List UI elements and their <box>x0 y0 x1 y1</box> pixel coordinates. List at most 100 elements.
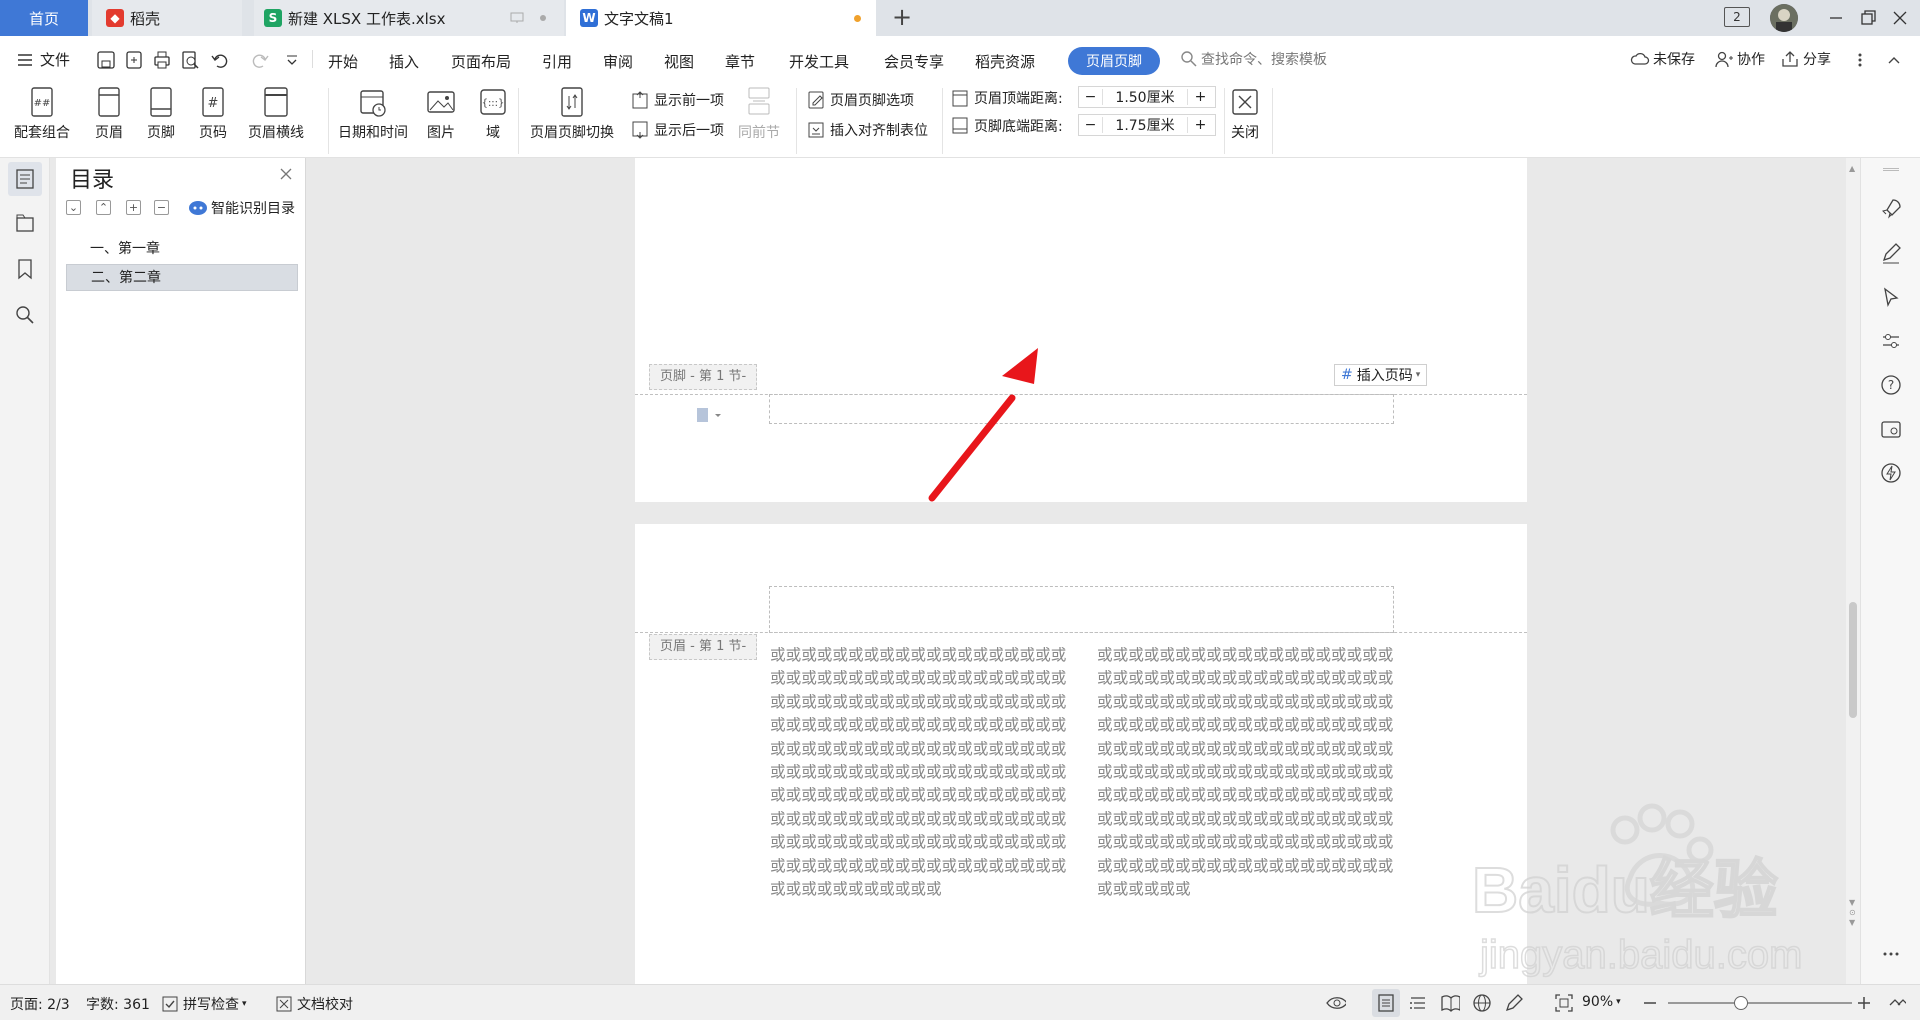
menu-header-footer[interactable]: 页眉页脚 <box>1068 47 1160 75</box>
print-icon[interactable] <box>152 50 172 70</box>
menu-member[interactable]: 会员专享 <box>884 51 944 72</box>
collaborate-button[interactable]: 协作 <box>1714 49 1765 69</box>
field-button[interactable]: {:::} 域 <box>478 86 508 142</box>
close-window-icon[interactable] <box>1888 6 1912 30</box>
close-icon[interactable] <box>278 166 294 182</box>
menu-view[interactable]: 视图 <box>664 51 694 72</box>
scrollbar-thumb[interactable] <box>1849 602 1857 718</box>
footer-bottom-value[interactable]: 1.75厘米 <box>1103 115 1187 135</box>
redo-icon[interactable] <box>250 50 270 70</box>
tab-xlsx[interactable]: S 新建 XLSX 工作表.xlsx <box>254 0 564 36</box>
find-icon[interactable] <box>14 304 36 326</box>
chapter-icon[interactable] <box>14 212 36 234</box>
menu-page-layout[interactable]: 页面布局 <box>451 51 511 72</box>
unsaved-status-button[interactable]: 未保存 <box>1630 49 1695 69</box>
menu-daoke-resources[interactable]: 稻壳资源 <box>975 51 1035 72</box>
window-count-button[interactable]: 2 <box>1724 7 1750 27</box>
toc-icon[interactable] <box>14 168 36 190</box>
menu-references[interactable]: 引用 <box>542 51 572 72</box>
header-top-value[interactable]: 1.50厘米 <box>1103 87 1187 107</box>
increment-button[interactable]: + <box>1187 89 1213 105</box>
footer-bottom-spinner[interactable]: − 1.75厘米 + <box>1078 114 1216 136</box>
annotate-pen-icon[interactable] <box>1504 993 1524 1013</box>
restore-icon[interactable] <box>1856 6 1880 30</box>
outline-view-icon[interactable] <box>1408 993 1428 1013</box>
footer-button[interactable]: 页脚 <box>146 86 176 142</box>
pen-icon[interactable] <box>1880 242 1902 264</box>
expand-down-button[interactable]: ⌄ <box>66 200 81 215</box>
monitor-icon[interactable] <box>510 12 524 24</box>
smart-toc-button[interactable]: 智能识别目录 <box>188 198 295 218</box>
expand-statusbar-icon[interactable] <box>1886 993 1906 1013</box>
vertical-scrollbar[interactable]: ▲ ▼ ⊙ ▼ <box>1846 158 1860 984</box>
collapse-up-button[interactable]: ⌃ <box>96 200 111 215</box>
menu-developer[interactable]: 开发工具 <box>789 51 849 72</box>
fit-page-icon[interactable] <box>1554 993 1574 1013</box>
file-menu[interactable]: 文件 <box>16 49 70 70</box>
toc-item-selected[interactable]: 二、第二章 <box>66 264 298 291</box>
avatar[interactable] <box>1770 4 1798 32</box>
insert-page-number-button[interactable]: # 插入页码 ▾ <box>1334 364 1428 386</box>
same-as-previous-button[interactable]: 同前节 <box>738 86 780 142</box>
undo-icon[interactable] <box>210 50 230 70</box>
zoom-in-icon[interactable] <box>1854 993 1874 1013</box>
menu-review[interactable]: 审阅 <box>603 51 633 72</box>
print-preview-icon[interactable] <box>180 50 200 70</box>
picture-button[interactable]: 图片 <box>426 86 456 142</box>
text-column-1[interactable]: 或或或或或或或或或或或或或或或或或或或或或或或或或或或或或或或或或或或或或或或或… <box>770 644 1072 901</box>
scroll-page-arrows-icon[interactable]: ▼ ⊙ ▼ <box>1849 898 1857 928</box>
header-footer-switch-button[interactable]: 页眉页脚切换 <box>530 86 614 142</box>
show-previous-button[interactable]: 显示前一项 <box>630 90 724 110</box>
more-tools-icon[interactable] <box>1880 948 1902 970</box>
close-header-footer-button[interactable]: 关闭 <box>1230 86 1260 142</box>
scroll-up-icon[interactable]: ▲ <box>1849 164 1857 173</box>
insert-align-tab-button[interactable]: 插入对齐制表位 <box>806 120 928 140</box>
help-icon[interactable]: ? <box>1880 374 1902 396</box>
sliders-icon[interactable] <box>1880 330 1902 352</box>
increment-button[interactable]: + <box>1187 117 1213 133</box>
spellcheck-button[interactable]: 拼写检查 ▾ <box>162 994 247 1014</box>
page-number-button[interactable]: # 页码 <box>198 86 228 142</box>
header-top-spinner[interactable]: − 1.50厘米 + <box>1078 86 1216 108</box>
collapse-ribbon-icon[interactable] <box>1884 50 1904 70</box>
page-view-icon[interactable] <box>1376 993 1396 1013</box>
zoom-slider-track[interactable] <box>1668 1002 1852 1004</box>
proofread-button[interactable]: 文档校对 <box>276 994 353 1014</box>
cursor-icon[interactable] <box>1880 286 1902 308</box>
text-column-2[interactable]: 或或或或或或或或或或或或或或或或或或或或或或或或或或或或或或或或或或或或或或或或… <box>1097 644 1399 901</box>
combo-button[interactable]: ## 配套组合 <box>14 86 70 142</box>
more-menu-icon[interactable] <box>1854 50 1874 70</box>
export-pdf-icon[interactable] <box>124 50 144 70</box>
tab-close-dot[interactable] <box>540 15 546 21</box>
tab-daoke[interactable]: ◆ 稻壳 <box>92 0 242 36</box>
menu-insert[interactable]: 插入 <box>389 51 419 72</box>
eye-icon[interactable] <box>1326 993 1346 1013</box>
tab-document[interactable]: W 文字文稿1 <box>566 0 876 36</box>
zoom-out-icon[interactable] <box>1640 993 1660 1013</box>
bookmark-icon[interactable] <box>14 258 36 280</box>
save-icon[interactable] <box>96 50 116 70</box>
menu-start[interactable]: 开始 <box>328 51 358 72</box>
footer-options-icon[interactable] <box>695 406 725 424</box>
show-next-button[interactable]: 显示后一项 <box>630 120 724 140</box>
reading-view-icon[interactable] <box>1440 993 1460 1013</box>
zoom-slider-thumb[interactable] <box>1734 996 1748 1010</box>
rocket-icon[interactable] <box>1880 198 1902 220</box>
header-footer-options-button[interactable]: 页眉页脚选项 <box>806 90 914 110</box>
customize-quick-access-icon[interactable] <box>284 50 304 70</box>
add-level-button[interactable]: + <box>126 200 141 215</box>
tab-home[interactable]: 首页 <box>0 0 88 36</box>
share-button[interactable]: 分享 <box>1780 49 1831 69</box>
command-search[interactable]: 查找命令、搜索模板 <box>1180 49 1370 69</box>
new-tab-button[interactable]: + <box>888 4 916 32</box>
zoom-level-dropdown[interactable]: 90% ▾ <box>1582 994 1621 1010</box>
date-time-button[interactable]: 日期和时间 <box>338 86 408 142</box>
remove-level-button[interactable]: − <box>154 200 169 215</box>
decrement-button[interactable]: − <box>1079 117 1103 133</box>
header-line-button[interactable]: 页眉横线 <box>248 86 304 142</box>
word-count[interactable]: 字数: 361 <box>86 994 150 1014</box>
drag-handle[interactable] <box>1883 168 1899 171</box>
menu-section[interactable]: 章节 <box>725 51 755 72</box>
toc-item[interactable]: 一、第一章 <box>66 236 298 263</box>
web-view-icon[interactable] <box>1472 993 1492 1013</box>
